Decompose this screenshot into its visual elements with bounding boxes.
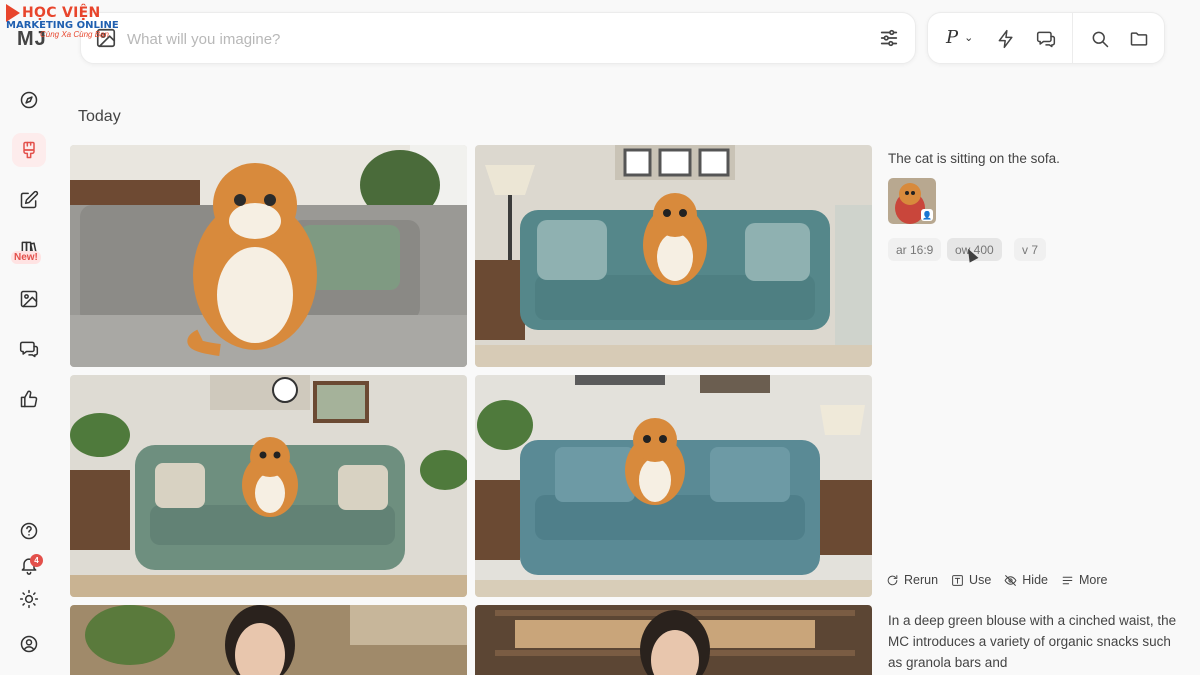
sidebar-item-explore[interactable] [12,83,46,117]
sidebar-item-organize[interactable] [12,282,46,316]
chevron-down-icon: ⌄ [964,31,974,44]
cat-on-blue-sofa-image [475,375,872,597]
prompt-input[interactable] [127,25,847,53]
watermark-logo: HỌC VIỆN MARKETING ONLINE Cùng Xa Cùng B… [6,4,126,39]
watermark-line1: HỌC VIỆN [22,5,101,21]
text-box-icon [952,574,963,586]
use-button[interactable]: Use [951,573,991,587]
user-icon [20,635,38,653]
edit-icon [20,190,39,209]
image-icon [20,290,38,308]
search-button[interactable] [1088,27,1112,51]
sidebar-item-rank[interactable] [12,382,46,416]
rerun-icon [887,574,898,585]
param-tag-version[interactable]: v 7 [1014,238,1047,261]
sidebar-item-create[interactable] [12,133,46,167]
reference-image-thumbnail[interactable]: 👤 [888,178,936,224]
toolbar-divider [1072,13,1073,63]
chat-mode-button[interactable] [1034,27,1058,51]
thumbs-up-icon [20,390,38,408]
notification-count-badge: 4 [30,554,43,567]
settings-button[interactable] [877,26,901,50]
midjourney-create-page: HỌC VIỆN MARKETING ONLINE Cùng Xa Cùng B… [0,0,1200,675]
chat-icon [19,341,39,358]
sidebar-item-theme[interactable] [12,582,46,616]
sidebar-item-chat[interactable] [12,332,46,366]
generated-image-2[interactable] [475,145,872,367]
hide-label: Hide [1022,573,1048,587]
generated-image-5[interactable] [70,605,467,675]
generated-image-3[interactable] [70,375,467,597]
folder-icon [1130,32,1148,46]
more-label: More [1079,573,1108,587]
job-prompt-text-2[interactable]: In a deep green blouse with a cinched wa… [888,610,1178,673]
menu-lines-icon [1062,576,1073,584]
chat-icon [1036,31,1056,48]
sidebar-item-help[interactable] [12,514,46,548]
prompt-bar [80,12,916,64]
cat-on-teal-sofa-image [475,145,872,367]
new-badge: New! [11,251,41,264]
profile-selector[interactable]: P ⌄ [946,27,973,48]
folder-button[interactable] [1127,27,1151,51]
generated-image-4[interactable] [475,375,872,597]
cat-on-green-sofa-image [70,375,467,597]
use-label: Use [969,573,992,587]
job-actions: Rerun Use Hide More [886,573,1107,587]
paintbrush-icon [23,141,35,159]
search-icon [1092,31,1109,48]
user-reference-icon: 👤 [921,209,933,221]
eye-off-icon [1004,574,1017,586]
generated-image-6[interactable] [475,605,872,675]
lightning-icon [998,29,1013,49]
generated-image-1[interactable] [70,145,467,367]
tool-bar: P ⌄ [927,12,1165,64]
more-button[interactable]: More [1061,573,1107,587]
cat-on-sofa-image [70,145,467,367]
watermark-line3: Cùng Xa Cùng Bạn [40,30,109,39]
param-tag-aspect-ratio[interactable]: ar 16:9 [888,238,942,261]
sidebar-item-edit[interactable] [12,183,46,217]
section-title-today: Today [78,108,121,125]
rerun-label: Rerun [904,573,939,587]
hide-button[interactable]: Hide [1004,573,1048,587]
sun-icon [19,589,39,609]
speed-button[interactable] [994,27,1018,51]
sidebar-item-account[interactable] [12,627,46,661]
compass-icon [20,91,38,109]
help-icon [20,522,38,540]
profile-label: P [946,27,959,48]
rerun-button[interactable]: Rerun [886,573,938,587]
job-prompt-text[interactable]: The cat is sitting on the sofa. [888,151,1060,166]
sliders-icon [880,29,898,47]
woman-presenter-image [70,605,467,675]
sidebar: New! 4 [0,80,58,675]
woman-snacks-shelf-image [475,605,872,675]
